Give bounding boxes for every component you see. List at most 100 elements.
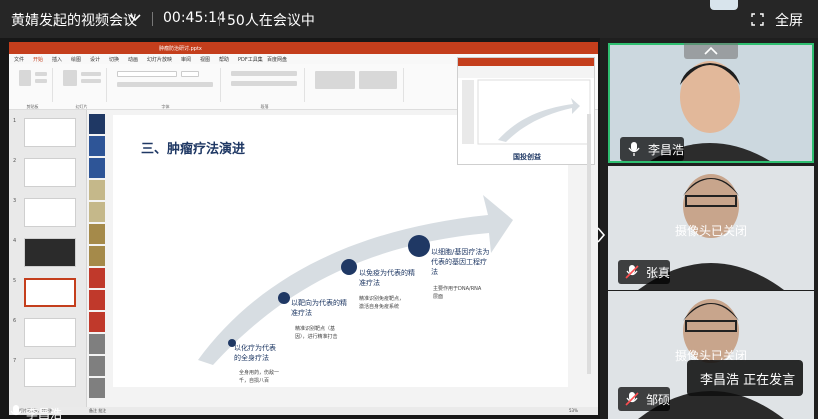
menu-item[interactable]: 幻灯片放映 (147, 56, 172, 63)
preview-label: 国投创益 (513, 153, 541, 161)
tab-cell (89, 136, 105, 156)
list-buttons[interactable] (231, 71, 297, 76)
tab-cell (89, 378, 105, 398)
layout-button[interactable] (81, 72, 101, 76)
menu-item[interactable]: 设计 (90, 56, 100, 63)
menu-item[interactable]: 开始 (33, 56, 43, 63)
copy-icon[interactable] (35, 79, 47, 83)
active-speaker-toast: 李昌浩 正在发言 (687, 360, 803, 396)
thumb-number: 3 (13, 198, 17, 204)
ppt-titlebar: 肿瘤防治研讨.pptx (9, 42, 598, 54)
ribbon-group-paragraph: 段落 (225, 68, 305, 109)
tab-cell (89, 246, 105, 266)
tab-cell (89, 312, 105, 332)
menu-item[interactable]: 审阅 (181, 56, 191, 63)
shared-screen: 肿瘤防治研讨.pptx 文件 开始 插入 绘图 设计 切换 动画 幻灯片放映 审… (0, 38, 606, 419)
quick-styles-button[interactable] (359, 71, 397, 89)
slide-thumbnail-active[interactable] (24, 278, 76, 307)
slide-thumbnail-pane: 1 2 3 4 5 6 7 (9, 110, 87, 407)
new-slide-icon[interactable] (63, 70, 77, 86)
menu-item[interactable]: 绘图 (71, 56, 81, 63)
meeting-window: 黄婧发起的视频会议 00:45:14 50人在会议中 全屏 肿瘤防治研讨.ppt… (0, 0, 818, 419)
meeting-topbar: 黄婧发起的视频会议 00:45:14 50人在会议中 全屏 (0, 0, 818, 38)
ppt-status-bar: 幻灯片第5张，共9张 备注 批注 53% (9, 407, 598, 415)
tab-cell (89, 180, 105, 200)
stage-1-title: 以化疗为代表的全身疗法 (234, 344, 276, 362)
camera-off-status: 摄像头已关闭 (674, 224, 747, 238)
menu-item[interactable]: 百度网盘 (267, 56, 287, 63)
tab-cell (89, 268, 105, 288)
font-family-select[interactable] (117, 71, 177, 77)
active-speaker-text: 李昌浩 正在发言 (700, 373, 796, 388)
tab-cell (89, 158, 105, 178)
speaker-name-tag: 李昌浩 (620, 137, 684, 161)
participant-name: 邹硕 (646, 393, 671, 407)
participant-count[interactable]: 50人在会议中 (227, 10, 315, 30)
divider (219, 12, 220, 26)
font-format-buttons[interactable] (117, 82, 213, 87)
menu-item[interactable]: 动画 (128, 56, 138, 63)
thumb-number: 2 (13, 158, 17, 164)
chevron-up-icon (704, 46, 718, 55)
meeting-timer: 00:45:14 (163, 10, 226, 26)
app-logo-icon (710, 0, 738, 10)
chevron-right-icon[interactable] (594, 220, 608, 250)
slide-thumbnail[interactable] (24, 118, 76, 147)
paste-icon[interactable] (19, 70, 31, 86)
menu-item[interactable]: 插入 (52, 56, 62, 63)
ribbon-group-clipboard: 剪贴板 (13, 68, 53, 109)
menu-item[interactable]: 文件 (14, 56, 24, 63)
align-buttons[interactable] (231, 81, 297, 86)
microphone-icon (628, 142, 640, 156)
collapse-participants-button[interactable] (684, 43, 738, 59)
color-tab-strip (89, 114, 115, 398)
powerpoint-window: 肿瘤防治研讨.pptx 文件 开始 插入 绘图 设计 切换 动画 幻灯片放映 审… (9, 42, 598, 415)
zoom-level[interactable]: 53% (569, 408, 578, 413)
vertical-scrollbar[interactable] (587, 114, 591, 374)
menu-item[interactable]: 帮助 (219, 56, 229, 63)
microphone-icon[interactable] (10, 405, 22, 419)
fullscreen-icon[interactable] (751, 13, 764, 26)
tab-cell (89, 224, 105, 244)
tab-cell (89, 202, 105, 222)
stage-2-title: 以靶向为代表的精准疗法 (291, 299, 347, 317)
slide-thumbnail[interactable] (24, 358, 76, 387)
tab-cell (89, 114, 105, 134)
stage-1-detail: 全身用药，伤敌一千，自损八百 (239, 370, 280, 384)
slide-thumbnail[interactable] (24, 158, 76, 187)
stage-4-title: 以细胞/基因疗法为代表的基因工程疗法 (431, 248, 490, 276)
thumb-number: 4 (13, 238, 17, 244)
presenter-preview: 国投创益 (457, 57, 595, 165)
fullscreen-button[interactable]: 全屏 (775, 10, 803, 30)
menu-item[interactable]: 视图 (200, 56, 210, 63)
menu-item[interactable]: 切换 (109, 56, 119, 63)
slide-thumbnail[interactable] (24, 198, 76, 227)
stage-2-detail: 精准识别靶点（基因），进行精准打击 (295, 326, 338, 340)
stage-3-dot (341, 259, 357, 275)
participant-tile-camera-off[interactable]: 摄像头已关闭 邹硕 (608, 291, 814, 419)
participant-tile-speaker[interactable]: 李昌浩 (608, 43, 814, 163)
chevron-down-icon[interactable] (128, 9, 142, 25)
font-size-select[interactable] (181, 71, 199, 77)
participant-tile-camera-off[interactable]: 摄像头已关闭 张真 (608, 166, 814, 290)
tab-cell (89, 356, 105, 376)
reset-button[interactable] (81, 79, 101, 83)
tab-cell (89, 334, 105, 354)
participant-name-tag: 张真 (618, 260, 670, 284)
menu-item[interactable]: PDF工具集 (238, 56, 263, 63)
stage-4-detail: 主要作用于DNA/RNA层面 (433, 286, 482, 300)
cut-icon[interactable] (35, 72, 47, 76)
meeting-title[interactable]: 黄婧发起的视频会议 (11, 10, 137, 30)
ribbon-group-label: 段落 (260, 104, 269, 109)
ribbon-group-slides: 幻灯片 (57, 68, 107, 109)
status-notes[interactable]: 备注 批注 (89, 408, 106, 414)
shapes-gallery[interactable] (315, 71, 355, 89)
stage-2-dot (278, 292, 290, 304)
stage-3-detail: 精准识别免疫靶点，激活自身免疫系统 (359, 296, 405, 310)
thumb-number: 5 (13, 278, 17, 284)
ribbon-group-font: 字体 (111, 68, 221, 109)
slide-thumbnail[interactable] (24, 238, 76, 267)
slide-thumbnail[interactable] (24, 318, 76, 347)
ribbon-group-label: 字体 (161, 104, 170, 109)
stage-3-title: 以免疫为代表的精准疗法 (359, 269, 415, 287)
